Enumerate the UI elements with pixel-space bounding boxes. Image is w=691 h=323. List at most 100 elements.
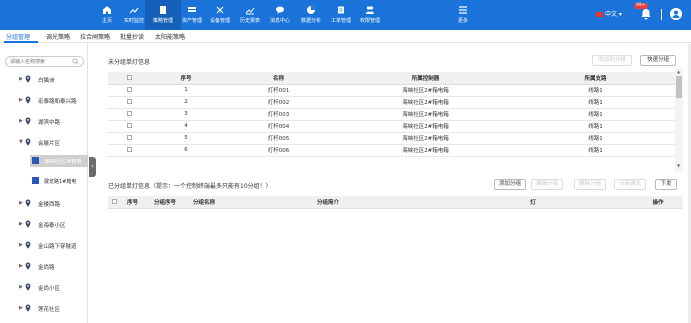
cell-branch: 线路1 [516,84,675,97]
tab-switch-strategy[interactable]: 拉合闸策略 [80,32,110,41]
cell-controller: 海峡社区2#箱电箱 [335,96,516,109]
location-pin-icon [25,117,31,125]
row-checkbox[interactable] [126,87,132,92]
language-label: 中文 [605,11,618,18]
select-all-checkbox[interactable] [111,198,117,204]
bell-icon[interactable] [640,8,652,20]
col-group-intro: 分组简介 [223,196,433,209]
tree-item[interactable]: ▶ 金尚路 [0,261,88,273]
group-dimming-button[interactable]: 分组调光 [614,179,646,190]
chevron-right-icon[interactable]: ▶ [19,221,23,227]
table-row[interactable]: 6 灯杆006 海峡社区2#箱电箱 线路1 [108,144,675,157]
select-all-cell [108,72,150,85]
tree-child-label: 展览路1#箱电 [44,179,77,185]
edit-group-button[interactable]: 编辑分组 [531,179,563,190]
search-icon[interactable] [72,58,79,65]
table-row[interactable]: 2 灯杆002 海峡社区2#箱电箱 线路1 [108,96,675,109]
cell-branch: 线路1 [516,108,675,121]
col-group-number: 分组序号 [145,196,185,209]
location-pin-icon [25,199,31,207]
row-select-cell [108,108,150,121]
chevron-down-icon[interactable]: ▼ [19,139,23,145]
cell-index: 2 [150,96,222,109]
tree-item[interactable]: ▶ 金山路下穿隧道 [0,240,88,252]
cell-branch: 线路1 [516,120,675,133]
table-scrollbar[interactable]: ▲ ▼ [675,68,683,172]
location-pin-icon [25,283,31,291]
tab-batch-reading[interactable]: 批量抄读 [120,32,144,41]
select-all-checkbox[interactable] [126,74,132,80]
tab-dimming-strategy[interactable]: 调光策略 [46,32,70,41]
location-pin-icon [25,220,31,228]
chevron-right-icon[interactable]: ▶ [19,118,23,124]
col-branch: 所属支路 [516,72,675,85]
nav-item-menu[interactable]: 更多 [445,0,481,30]
row-select-cell [108,96,150,109]
tree-item-label: 金海泰小区 [38,223,66,229]
tree-item[interactable]: ▶ 白猫洲 [0,74,88,86]
tree-item[interactable]: ▶ 金海泰小区 [0,219,88,231]
scrollbar-thumb[interactable] [676,76,682,98]
table-row[interactable]: 4 灯杆004 海峡社区2#箱电箱 线路1 [108,120,675,133]
row-checkbox[interactable] [126,147,132,152]
tree-item[interactable]: ▶ 湖滨中路 [0,116,88,128]
quick-group-button[interactable]: 快速分组 [640,55,676,66]
chevron-right-icon[interactable]: ▶ [19,305,23,311]
avatar-icon[interactable] [670,8,682,20]
table-row[interactable]: 1 灯杆001 海峡社区2#箱电箱 线路1 [108,84,675,97]
table-header-row: 序号 分组序号 分组名称 分组简介 灯 操作 [108,196,683,209]
tree-item-label: 金尚路 [38,265,55,271]
unassigned-title: 未分组单灯信息 [108,59,151,66]
chevron-right-icon[interactable]: ▶ [19,284,23,290]
table-row[interactable]: 3 灯杆003 海峡社区2#箱电箱 线路1 [108,108,675,121]
tab-solar-strategy[interactable]: 太阳能策略 [155,32,185,41]
device-icon [216,6,224,14]
language-selector[interactable]: 中文 ▾ [596,9,622,18]
tree-child-item[interactable]: 展览路1#箱电 [30,175,88,187]
unassigned-table: 序号 名称 所属控制器 所属支路 1 灯杆001 海峡社区2#箱电箱 线路1 2 灯杆00… [108,72,675,157]
add-to-group-button[interactable]: 添加到分组 [592,55,632,66]
delete-group-button[interactable]: 删除分组 [574,179,606,190]
divider [661,9,662,20]
row-select-cell [108,84,150,97]
tree-item[interactable]: ▶ 莲花社区 [0,303,88,315]
tree-item[interactable]: ▼ 会展片区 [0,137,88,149]
tree-item-label: 会展片区 [38,141,61,147]
chevron-right-icon[interactable]: ▶ [19,76,23,82]
location-pin-icon [25,241,31,249]
chevron-right-icon[interactable]: ▶ [19,242,23,248]
issue-button[interactable]: 下发 [655,179,677,190]
row-checkbox[interactable] [126,111,132,116]
tree-item-label: 金楼西路 [38,202,61,208]
cell-index: 6 [150,144,222,157]
tree-item[interactable]: ▶ 金楼西路 [0,198,88,210]
tab-group-management[interactable]: 分组管理 [6,32,30,41]
chevron-right-icon[interactable]: ▶ [19,263,23,269]
cabinet-icon [32,177,39,184]
collapse-sidebar-button[interactable]: ‹ [89,157,96,177]
grouped-table: 序号 分组序号 分组名称 分组简介 灯 操作 [108,196,683,209]
cell-controller: 海峡社区2#箱电箱 [335,108,516,121]
col-lamps: 灯 [433,196,633,209]
row-checkbox[interactable] [126,99,132,104]
permission-icon [366,6,374,14]
chevron-right-icon[interactable]: ▶ [19,200,23,206]
location-pin-icon [25,262,31,270]
row-checkbox[interactable] [126,123,132,128]
tree-item-label: 金尚小区 [38,286,61,292]
cell-index: 3 [150,108,222,121]
cell-name: 灯杆006 [222,144,335,157]
add-group-button[interactable]: 添加分组 [494,179,526,190]
search-input[interactable] [10,57,72,66]
workorder-icon [338,6,344,14]
tree-child-item[interactable]: 海峡社区2#箱电 [30,155,88,167]
notification-badge: 99+ [634,3,648,9]
scroll-up-icon[interactable]: ▲ [677,69,680,74]
tree-item[interactable]: ▶ 金尚小区 [0,282,88,294]
nav-item-permission[interactable]: 权限管理 [352,0,388,30]
chevron-right-icon[interactable]: ▶ [19,97,23,103]
scroll-down-icon[interactable]: ▼ [677,163,680,168]
tree-item[interactable]: ▶ 宏泰路和泰兴路 [0,95,88,107]
row-checkbox[interactable] [126,135,132,140]
table-row[interactable]: 5 灯杆005 海峡社区2#箱电箱 线路1 [108,132,675,145]
